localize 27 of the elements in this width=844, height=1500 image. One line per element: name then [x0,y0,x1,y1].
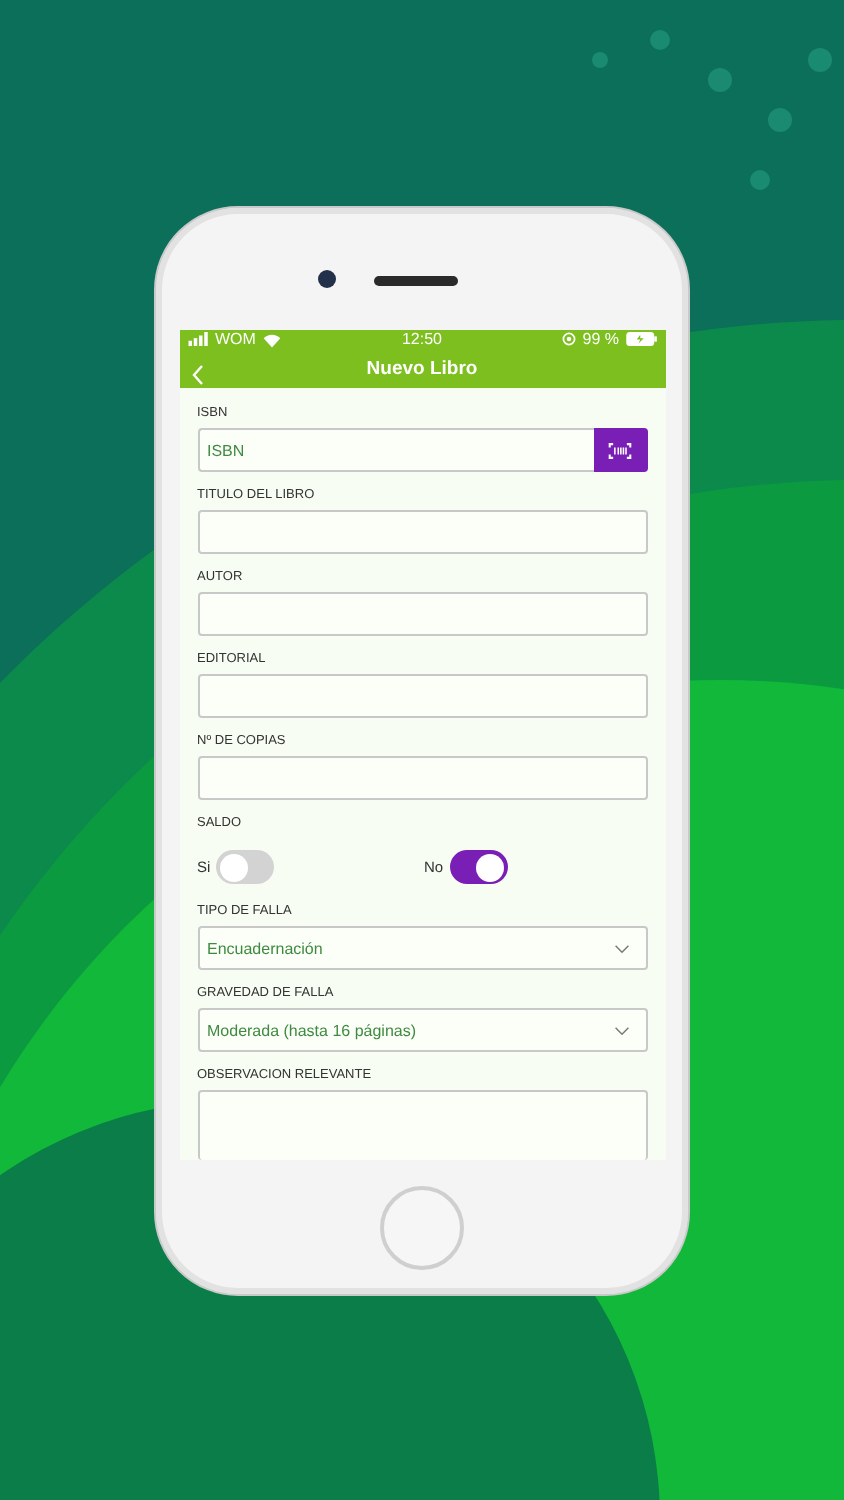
home-button[interactable] [380,1185,464,1269]
dropdown-value: Moderada (hasta 16 páginas) [207,1021,417,1039]
wifi-icon [261,331,282,348]
input-field[interactable] [197,592,647,636]
screen-title: Nuevo Libro [366,357,478,380]
signal-icon [187,332,209,347]
dropdown[interactable]: Encuadernación [197,926,647,970]
speaker-icon [374,276,458,286]
input-field[interactable] [197,756,647,800]
input-field[interactable] [197,674,647,718]
input-field[interactable]: ISBN [197,428,593,472]
rotation-lock-icon [562,332,577,347]
toggle-switch[interactable] [449,850,508,884]
toggle-switch[interactable] [216,850,275,884]
scan-button[interactable] [593,428,647,472]
status-time: 12:50 [401,330,443,349]
camera-icon [318,270,336,288]
dropdown-value: Encuadernación [207,939,323,957]
chevron-down-icon [613,1025,629,1035]
battery-percent: 99 % [582,330,619,349]
chevron-down-icon [613,943,629,953]
carrier-name: WOM [215,330,256,349]
input-field[interactable] [197,510,647,554]
text-area[interactable] [197,1090,647,1160]
dropdown[interactable]: Moderada (hasta 16 páginas) [197,1008,647,1052]
barcode-scan-icon [608,441,632,459]
back-icon[interactable] [191,364,203,387]
